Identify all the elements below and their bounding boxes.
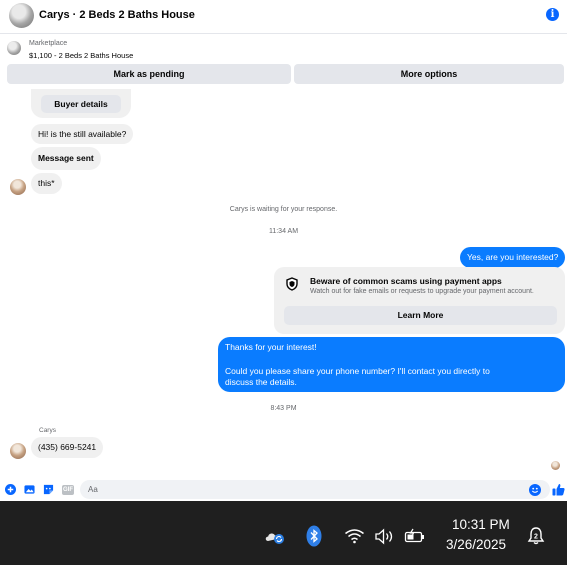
scam-warning-card: Beware of common scams using payment app…: [274, 267, 565, 334]
thumbs-up-icon[interactable]: [552, 483, 565, 496]
scam-warning-title: Beware of common scams using payment app…: [310, 276, 502, 286]
timestamp: 8:43 PM: [270, 405, 297, 412]
battery-icon[interactable]: [404, 528, 426, 544]
mark-as-pending-button[interactable]: Mark as pending: [7, 64, 291, 84]
conversation-title[interactable]: Carys · 2 Beds 2 Baths House: [39, 9, 195, 21]
buyer-details-button[interactable]: Buyer details: [41, 95, 121, 113]
conversation-header: Carys · 2 Beds 2 Baths House i: [0, 0, 567, 34]
conversation-avatar[interactable]: [9, 3, 34, 28]
plus-icon[interactable]: [5, 484, 16, 495]
info-icon[interactable]: i: [546, 8, 559, 21]
message-bubble-incoming[interactable]: Hi! is the still available?: [31, 124, 134, 144]
notification-count: 2: [534, 534, 538, 541]
wifi-icon[interactable]: [344, 528, 365, 544]
message-bubble-outgoing[interactable]: Thanks for your interest! Could you plea…: [218, 337, 565, 392]
message-bubble-outgoing[interactable]: Yes, are you interested?: [460, 247, 566, 268]
photo-icon[interactable]: [24, 484, 35, 495]
message-input-placeholder: Aa: [88, 485, 98, 494]
timestamp: 11:34 AM: [268, 228, 299, 235]
sender-avatar[interactable]: [10, 443, 26, 459]
more-options-button[interactable]: More options: [294, 64, 564, 84]
message-line: Could you please share your phone number…: [225, 365, 490, 388]
emoji-icon[interactable]: [529, 484, 541, 496]
learn-more-button[interactable]: Learn More: [284, 306, 557, 325]
sender-avatar[interactable]: [10, 179, 26, 195]
message-bubble-incoming[interactable]: this*: [31, 173, 62, 194]
volume-icon[interactable]: [374, 528, 396, 545]
message-thread[interactable]: Buyer details Hi! is the still available…: [0, 89, 567, 478]
scam-warning-subtitle: Watch out for fake emails or requests to…: [310, 288, 534, 295]
weather-sync-icon[interactable]: [264, 528, 286, 546]
message-input[interactable]: Aa: [80, 480, 550, 499]
message-line: Thanks for your interest!: [225, 342, 317, 352]
windows-taskbar: 10:31 PM 3/26/2025 2: [0, 501, 567, 565]
message-bubble-incoming[interactable]: (435) 669-5241: [31, 437, 104, 458]
shield-icon: [286, 277, 298, 291]
clock-time[interactable]: 10:31 PM: [452, 517, 510, 532]
waiting-status-text: Carys is waiting for your response.: [229, 206, 338, 213]
sticker-icon[interactable]: [43, 484, 54, 495]
message-bubble-incoming[interactable]: Message sent: [31, 147, 101, 170]
message-composer: GIF Aa: [0, 478, 567, 501]
buyer-details-card: Buyer details: [31, 89, 131, 118]
listing-bar: Marketplace $1,100 - 2 Beds 2 Baths Hous…: [0, 34, 567, 89]
clock-date[interactable]: 3/26/2025: [446, 537, 506, 552]
notification-bell-icon[interactable]: 2: [526, 526, 546, 546]
listing-thumbnail[interactable]: [7, 41, 21, 55]
listing-price-title[interactable]: $1,100 - 2 Beds 2 Baths House: [29, 51, 133, 60]
bluetooth-icon[interactable]: [306, 525, 322, 547]
sender-name: Carys: [39, 427, 56, 434]
gif-icon[interactable]: GIF: [62, 485, 74, 495]
read-receipt-avatar: [551, 461, 560, 470]
listing-category: Marketplace: [29, 40, 68, 47]
